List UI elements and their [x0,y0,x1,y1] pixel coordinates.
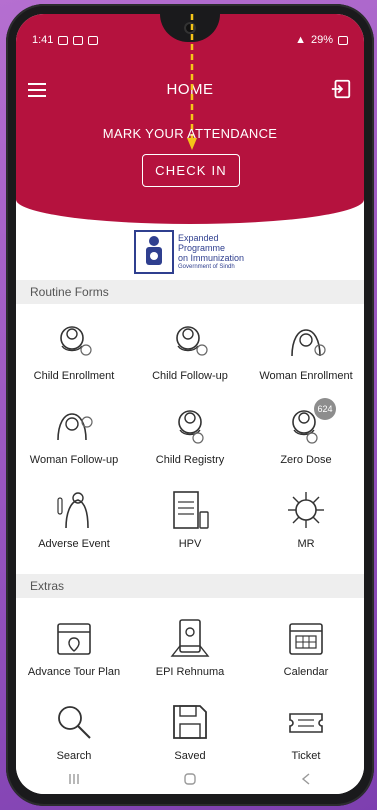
epi-logo-text: Expanded Programme on Immunization Gover… [178,233,244,271]
tile-label: Woman Follow-up [29,454,119,466]
ticket-icon [289,713,323,733]
battery-icon [338,35,348,45]
tile-label: Calendar [283,666,329,678]
child-registry-icon [178,410,204,444]
notification-icon [88,35,99,45]
battery-level: 29% [310,34,333,46]
adverse-event-icon [57,492,89,529]
child-followup-tile[interactable]: Child Follow-up [132,314,248,398]
home-icon[interactable] [183,772,197,786]
extras-header: Extras [16,574,364,598]
epi-rehnuma-tile[interactable]: EPI Rehnuma [132,610,248,694]
mr-virus-icon [288,492,324,528]
zero-dose-count-badge: 624 [314,398,336,420]
status-time: 1:41 [32,34,54,46]
epi-logo-mark [134,230,174,274]
phone-frame: 1:41 ▲ 29% HOME MARK YOUR ATTENDANCE CHE… [6,4,374,806]
notification-icon [73,35,84,45]
routine-forms-header: Routine Forms [16,280,364,304]
tile-label: Child Registry [155,454,225,466]
tour-plan-icon [57,623,91,655]
app-screen: 1:41 ▲ 29% HOME MARK YOUR ATTENDANCE CHE… [16,14,364,794]
mr-tile[interactable]: MR [248,482,364,566]
woman-followup-icon [57,413,93,441]
tile-label: MR [297,538,315,550]
child-followup-icon [176,326,208,356]
child-enrollment-icon [60,326,92,356]
zero-dose-tile[interactable]: 624 Zero Dose [248,398,364,482]
notification-icon [58,35,69,45]
child-enrollment-tile[interactable]: Child Enrollment [16,314,132,398]
hamburger-menu-icon[interactable] [28,81,50,97]
epi-rehnuma-icon [170,619,210,657]
tile-label: Adverse Event [38,538,110,550]
hpv-icon [173,491,209,529]
hpv-tile[interactable]: HPV [132,482,248,566]
logout-icon[interactable] [330,78,352,100]
search-icon [58,706,91,739]
recent-apps-icon[interactable] [67,772,81,786]
logo-line: Expanded [178,233,219,243]
system-nav-bar [16,764,364,794]
calendar-icon [289,623,323,655]
tile-label: Search [56,750,92,762]
check-in-button[interactable]: CHECK IN [142,154,240,187]
attendance-label: MARK YOUR ATTENDANCE [102,126,278,141]
tile-label: Woman Enrollment [259,370,353,382]
woman-followup-tile[interactable]: Woman Follow-up [16,398,132,482]
tile-label: Saved [174,750,206,762]
epi-logo: Expanded Programme on Immunization Gover… [134,228,260,276]
signal-icon: ▲ [295,34,306,46]
tile-label: Child Follow-up [152,370,228,382]
woman-enrollment-tile[interactable]: Woman Enrollment [248,314,364,398]
child-registry-tile[interactable]: Child Registry [132,398,248,482]
tile-label: Zero Dose [280,454,332,466]
tile-label: HPV [178,538,202,550]
tile-label: Child Enrollment [33,370,115,382]
back-icon[interactable] [299,772,313,786]
advance-tour-plan-tile[interactable]: Advance Tour Plan [16,610,132,694]
adverse-event-tile[interactable]: Adverse Event [16,482,132,566]
tile-label: EPI Rehnuma [155,666,225,678]
extras-grid: Advance Tour Plan EPI Rehnuma Calendar S… [16,610,364,778]
zero-dose-icon-wrap: 624 [284,398,336,448]
calendar-tile[interactable]: Calendar [248,610,364,694]
woman-enrollment-icon [291,329,326,357]
save-icon [173,705,207,739]
tile-label: Advance Tour Plan [27,666,121,678]
logo-line: Programme [178,243,226,253]
logo-line: Government of Sindh [178,264,235,270]
tile-label: Ticket [291,750,321,762]
routine-forms-grid: Child Enrollment Child Follow-up Woman E… [16,314,364,566]
logo-line: on Immunization [178,253,245,263]
